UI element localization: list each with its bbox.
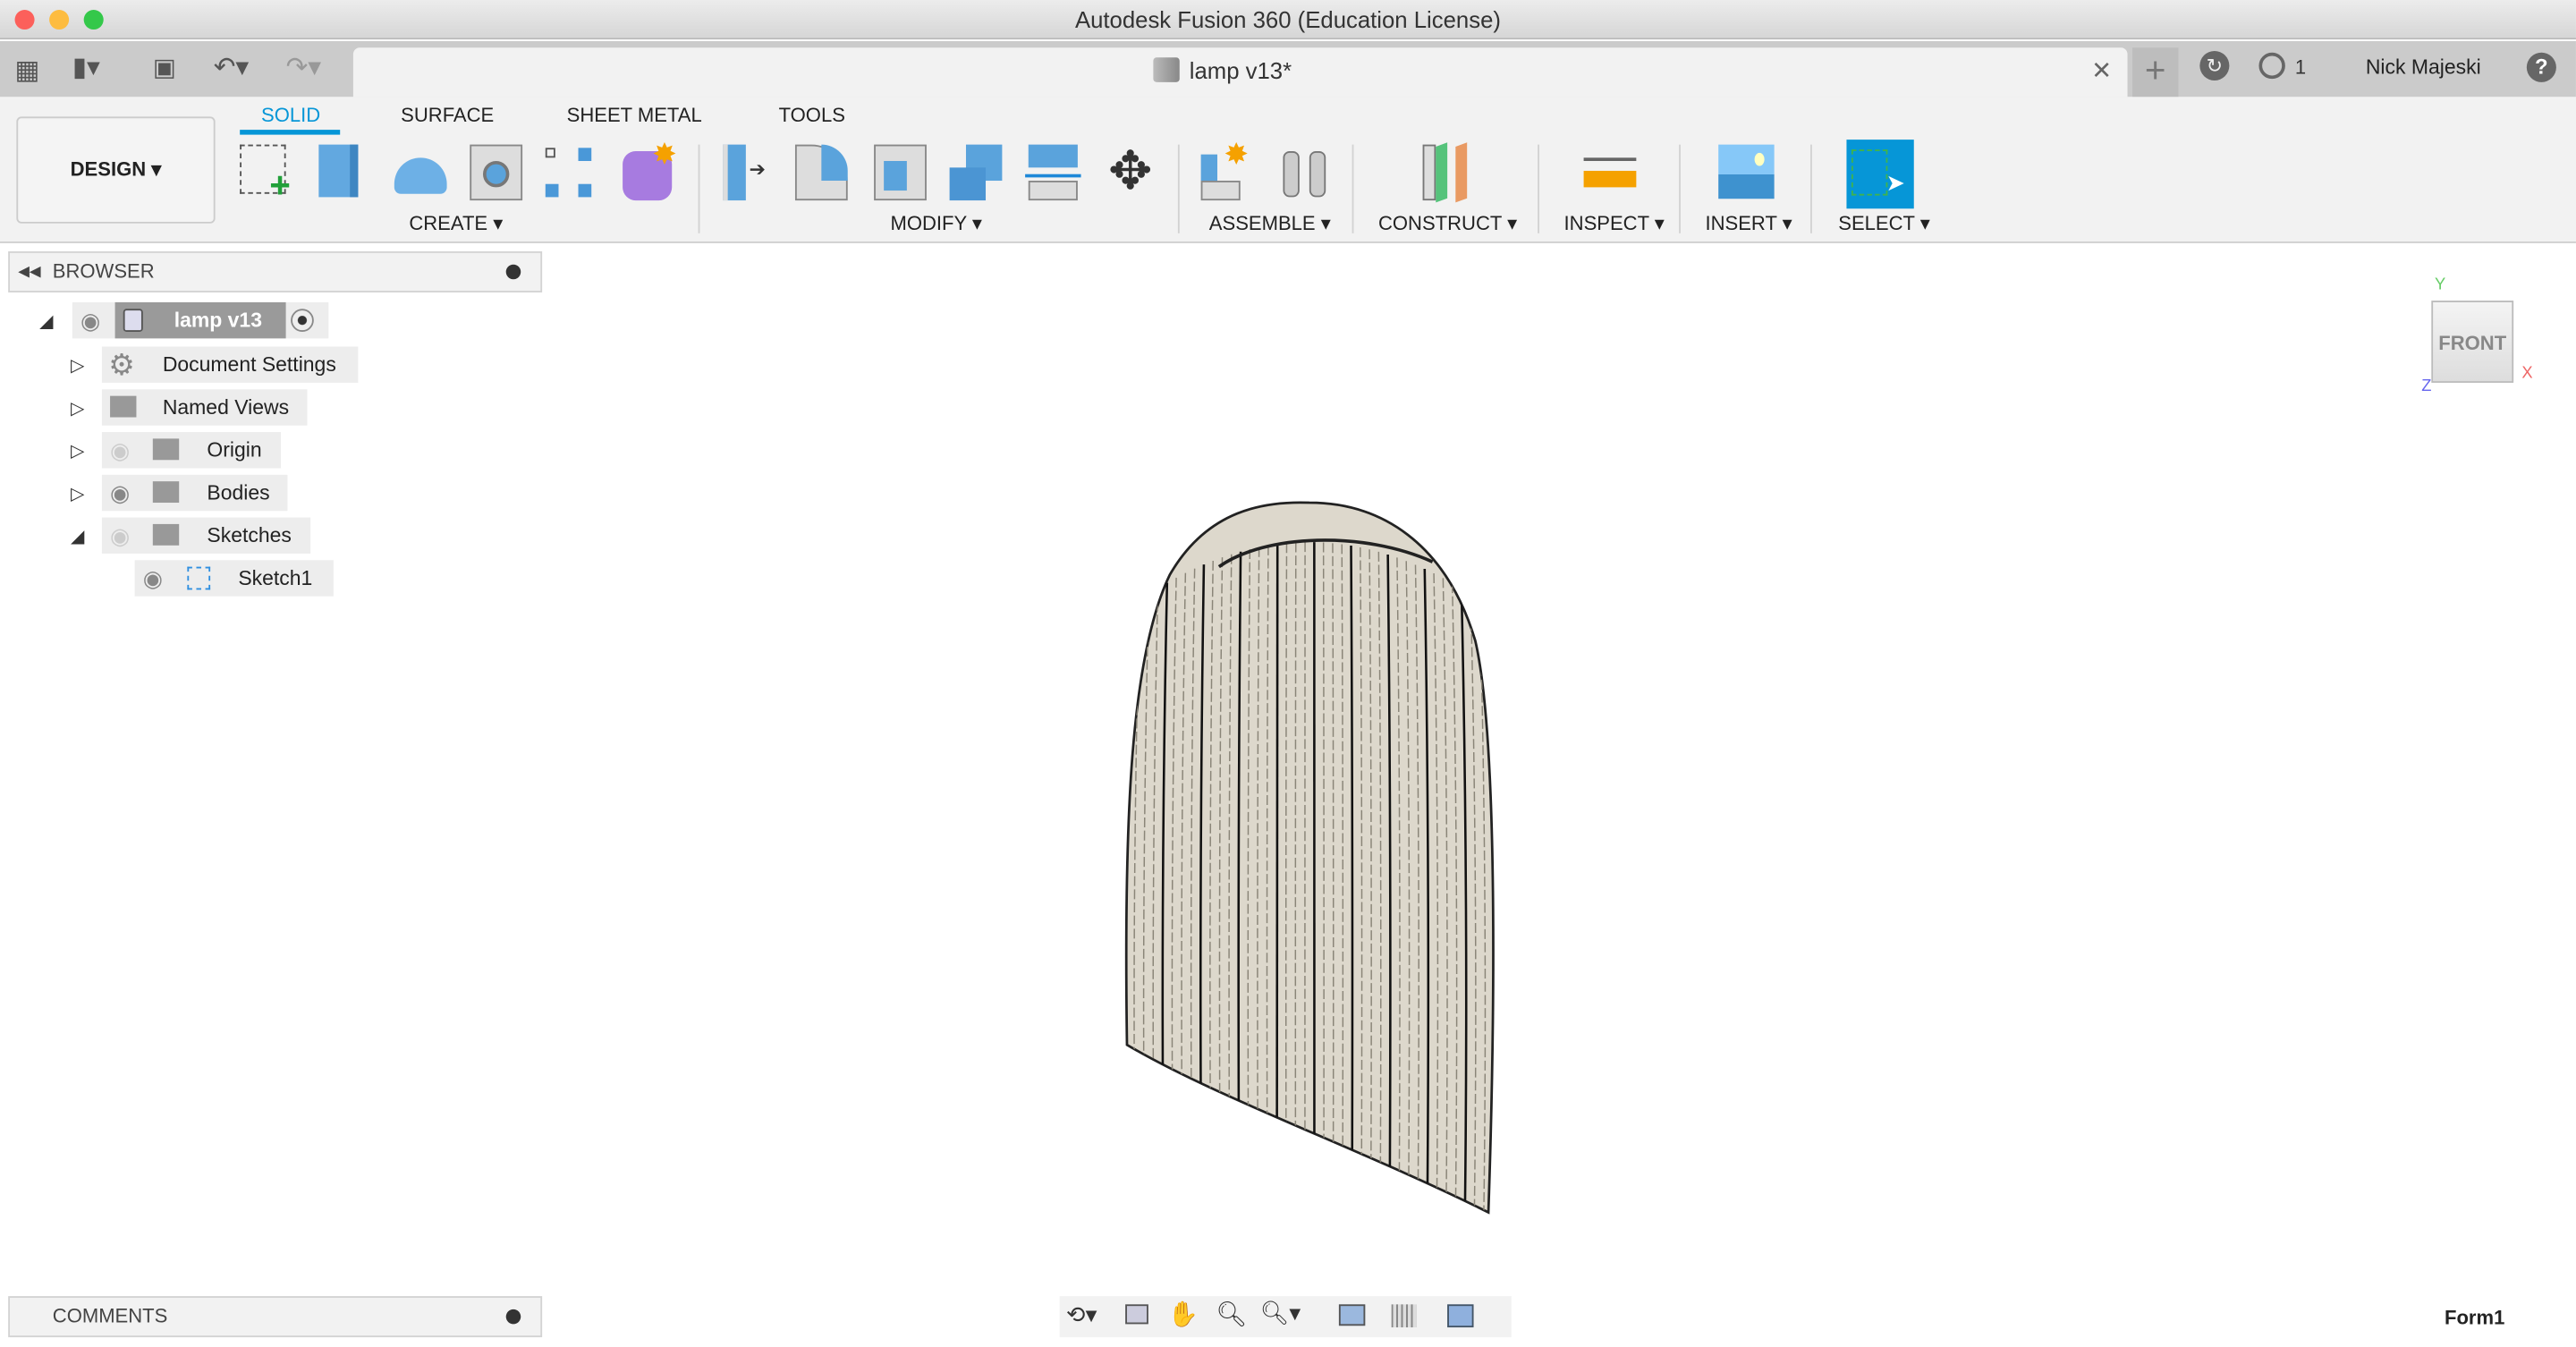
viewport-3d-model[interactable]	[0, 0, 2576, 1347]
comments-panel-header[interactable]: COMMENTS	[8, 1296, 543, 1338]
display-settings-icon[interactable]	[1338, 1304, 1366, 1326]
axis-z-label: Z	[2421, 377, 2432, 396]
viewcube[interactable]: FRONT	[2431, 301, 2514, 383]
orbit-icon[interactable]: ⟲▾	[1066, 1301, 1097, 1329]
fit-icon[interactable]: 🔍︎▾	[1260, 1300, 1301, 1327]
viewports-icon[interactable]	[1447, 1304, 1474, 1328]
pan-hand-icon[interactable]: ✋	[1168, 1300, 1199, 1329]
axis-y-label: Y	[2434, 275, 2446, 294]
comments-title: COMMENTS	[52, 1304, 168, 1328]
lamp-rib	[1275, 544, 1279, 1213]
add-comment-icon[interactable]	[505, 1309, 521, 1325]
lamp-body[interactable]	[1124, 501, 1495, 1215]
grid-settings-icon[interactable]	[1391, 1304, 1417, 1328]
navigation-bar: ⟲▾ ✋ 🔍︎ 🔍︎▾	[1059, 1296, 1512, 1338]
zoom-icon[interactable]: 🔍︎	[1216, 1300, 1247, 1329]
viewcube-face: FRONT	[2438, 332, 2507, 355]
active-form-label: Form1	[2445, 1306, 2505, 1329]
axis-x-label: X	[2521, 364, 2533, 383]
look-at-icon[interactable]	[1125, 1304, 1148, 1325]
